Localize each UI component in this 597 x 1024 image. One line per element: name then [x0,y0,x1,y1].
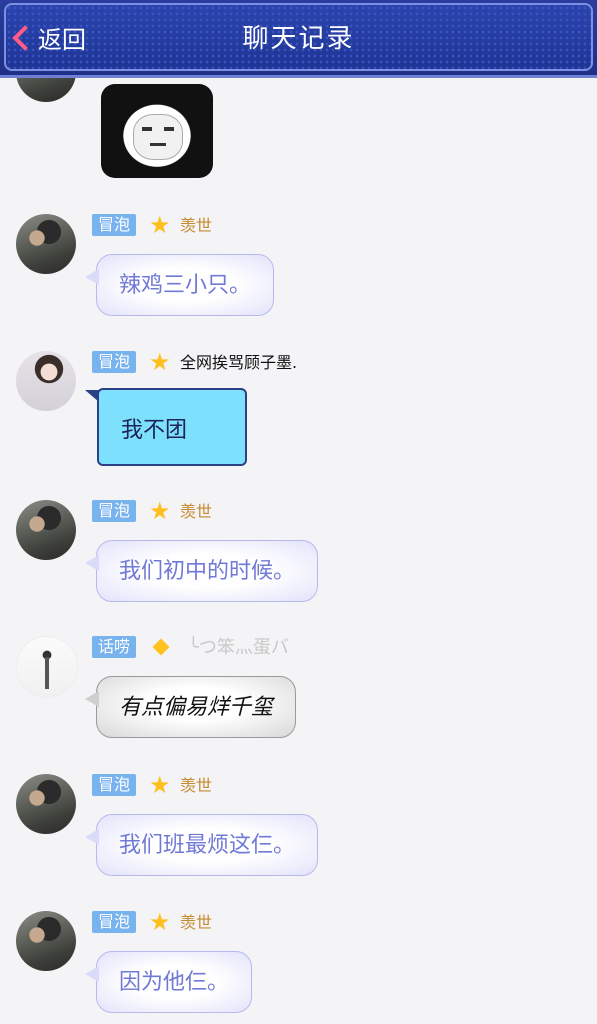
avatar[interactable] [16,500,76,560]
star-icon: ★ [149,348,171,376]
message-text: 我们班最烦这仨。 [119,833,296,858]
sender-name[interactable]: 羡世 [180,774,212,798]
sender-name[interactable]: 羡世 [180,214,212,238]
title-bar: 返回 聊天记录 [0,0,597,78]
star-icon: ★ [149,771,171,799]
message-bubble[interactable]: 辣鸡三小只。 [84,254,275,316]
star-icon: ★ [149,211,171,239]
avatar[interactable] [16,214,76,274]
diamond-icon [150,636,172,658]
level-badge: 冒泡 [92,911,137,933]
avatar[interactable] [16,78,76,102]
avatar[interactable] [16,774,76,834]
sender-name[interactable]: ╰つ笨灬蛋バ [188,636,289,660]
avatar[interactable] [16,911,76,971]
level-badge: 冒泡 [92,214,137,236]
sender-name[interactable]: 羡世 [180,500,212,524]
level-badge: 冒泡 [92,500,137,522]
message-bubble[interactable]: 我们班最烦这仨。 [84,814,319,876]
chat-history[interactable]: 冒泡 ★ 羡世 辣鸡三小只。 冒泡 ★ 全网挨骂顾子墨. 我不团 冒泡 ★ 羡世… [0,78,597,1024]
message-bubble[interactable]: 有点偏易烊千玺 [84,676,297,738]
message-text: 我们初中的时候。 [119,559,296,584]
sender-name[interactable]: 全网挨骂顾子墨. [180,351,297,375]
message-bubble[interactable]: 我不团 [85,388,247,466]
star-icon: ★ [149,497,171,525]
message-bubble[interactable]: 我们初中的时候。 [84,540,319,602]
message-bubble[interactable]: 因为他仨。 [84,951,253,1013]
sticker-image[interactable] [101,84,213,178]
message-text: 有点偏易烊千玺 [119,695,274,720]
level-badge: 冒泡 [92,351,137,373]
level-badge: 话唠 [92,636,137,658]
star-icon: ★ [149,908,171,936]
message-text: 因为他仨。 [119,970,230,995]
level-badge: 冒泡 [92,774,137,796]
face-icon [133,114,183,160]
message-text: 我不团 [121,418,188,443]
avatar[interactable] [16,351,76,411]
avatar[interactable] [16,636,78,698]
message-text: 辣鸡三小只。 [119,273,252,298]
page-title: 聊天记录 [242,24,355,54]
sender-name[interactable]: 羡世 [180,911,212,935]
